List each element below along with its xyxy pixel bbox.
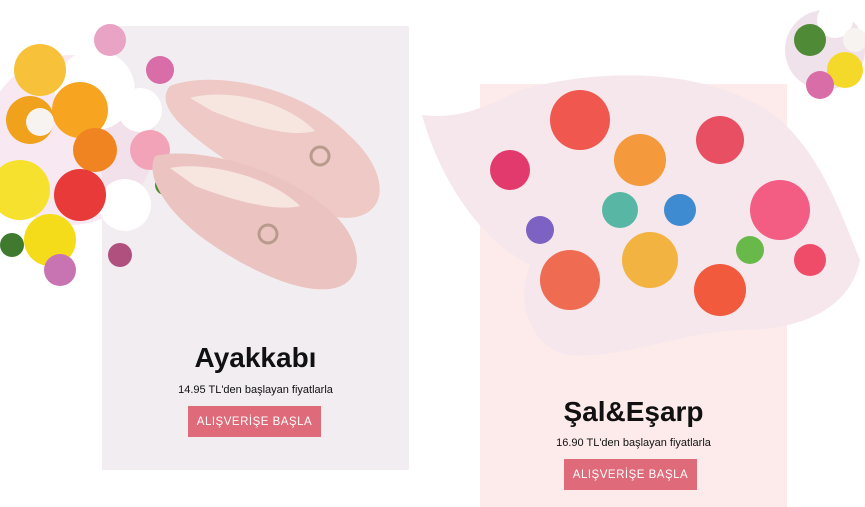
card-price-subtitle: 14.95 TL'den başlayan fiyatlarla [178,384,333,396]
shop-now-button[interactable]: ALIŞVERİŞE BAŞLA [564,459,697,490]
flower-corner-image [785,2,865,99]
card-title: Şal&Eşarp [563,396,704,427]
shop-now-button[interactable]: ALIŞVERİŞE BAŞLA [188,406,321,437]
card-price-subtitle: 16.90 TL'den başlayan fiyatlarla [556,437,711,449]
pink-loafers-image [152,79,380,290]
card-title: Ayakkabı [194,342,317,373]
